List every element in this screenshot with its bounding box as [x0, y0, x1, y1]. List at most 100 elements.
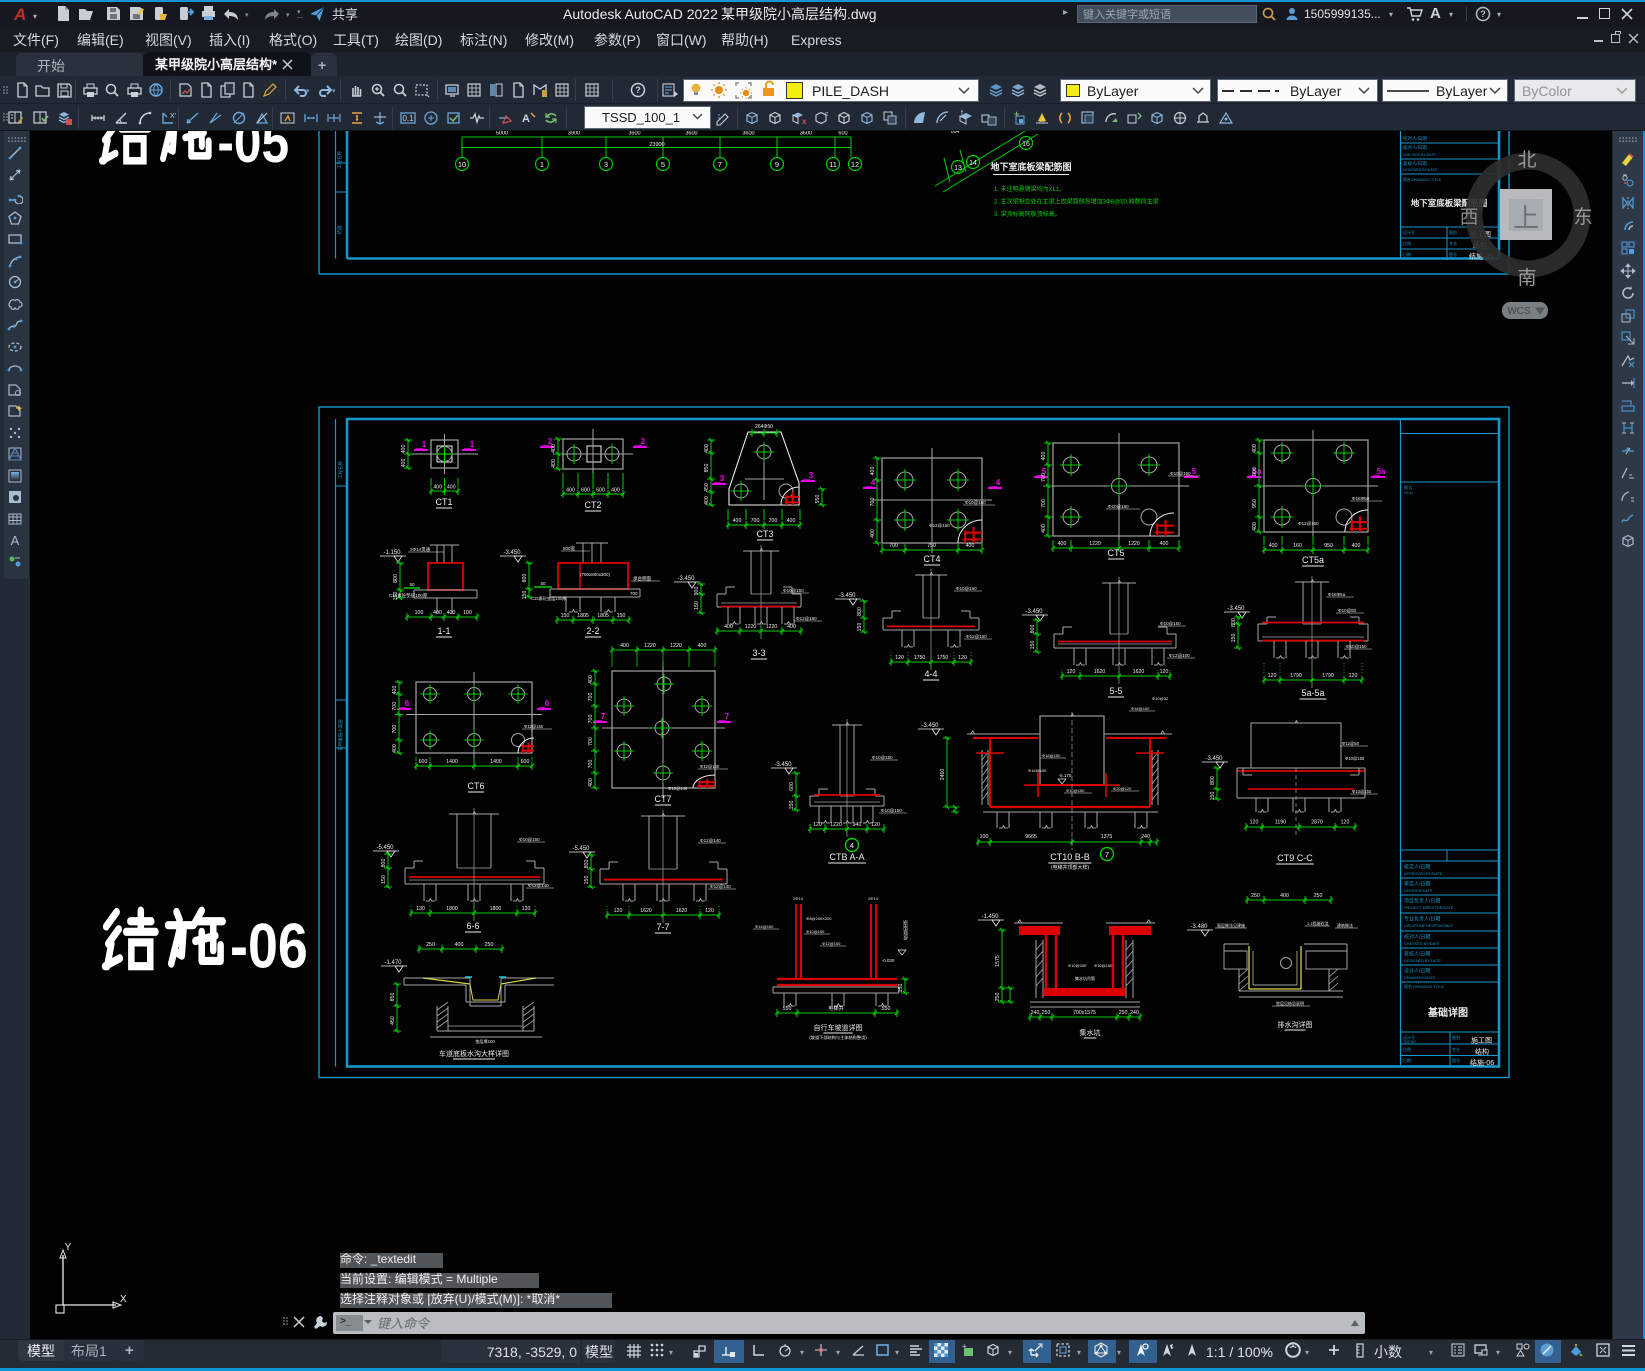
svg-text:1620: 1620	[676, 908, 688, 914]
svg-text:2Φ14: 2Φ14	[793, 896, 804, 901]
svg-text:图名 DRAWING TITLE: 图名 DRAWING TITLE	[1404, 983, 1445, 989]
svg-text:某甲级院小高层: 某甲级院小高层	[337, 719, 344, 751]
svg-text:400: 400	[1280, 893, 1289, 899]
svg-text:东: 东	[1573, 206, 1592, 228]
svg-text:7: 7	[725, 712, 730, 721]
svg-text:Φ10@50: Φ10@50	[1338, 608, 1357, 613]
svg-text:2-2: 2-2	[586, 626, 599, 636]
svg-text:150: 150	[584, 876, 590, 885]
svg-text:7: 7	[1105, 850, 1109, 859]
svg-text:400: 400	[733, 518, 742, 524]
svg-text:700: 700	[889, 543, 898, 549]
svg-text:北: 北	[1517, 149, 1536, 171]
svg-text:400: 400	[698, 643, 707, 649]
svg-text:Φ12@140: Φ12@140	[700, 838, 721, 843]
svg-text:400: 400	[1160, 541, 1169, 547]
svg-text:-05: -05	[217, 131, 289, 175]
svg-text:800: 800	[393, 574, 399, 583]
svg-text:-0.030: -0.030	[882, 958, 895, 963]
svg-text:复核人/日期: 复核人/日期	[1404, 951, 1430, 958]
svg-text:12: 12	[851, 160, 859, 169]
svg-text:图别: 图别	[1452, 1034, 1460, 1040]
svg-text:150: 150	[789, 801, 795, 810]
svg-text:1: 1	[470, 440, 475, 449]
svg-text:250: 250	[1042, 1010, 1051, 1016]
svg-text:Φ12@150: Φ12@150	[700, 764, 720, 769]
svg-text:集水坑: 集水坑	[1080, 1028, 1101, 1037]
svg-text:400: 400	[566, 488, 575, 494]
svg-text:(电梯井顶部大样): (电梯井顶部大样)	[1051, 864, 1090, 871]
svg-text:集水坑吊筋: 集水坑吊筋	[1075, 975, 1095, 981]
svg-text:250: 250	[1251, 893, 1260, 899]
svg-text:240: 240	[1130, 1010, 1139, 1016]
svg-text:400: 400	[433, 485, 442, 491]
svg-text:550: 550	[882, 1006, 891, 1012]
svg-text:250: 250	[485, 942, 494, 948]
svg-text:23900: 23900	[649, 142, 664, 148]
svg-text:120: 120	[1160, 669, 1169, 675]
svg-text:3. 梁顶标高同板顶标高。: 3. 梁顶标高同板顶标高。	[994, 210, 1061, 218]
svg-text:6: 6	[545, 699, 550, 708]
svg-text:400: 400	[455, 942, 464, 948]
svg-text:自行车坡道详图: 自行车坡道详图	[814, 1023, 863, 1032]
svg-text:1220: 1220	[1089, 541, 1101, 547]
svg-text:130: 130	[522, 906, 531, 912]
svg-text:Φ10@150: Φ10@150	[1094, 963, 1113, 968]
svg-text:600: 600	[521, 759, 530, 765]
svg-text:1375: 1375	[1101, 834, 1113, 840]
svg-text:CT4: CT4	[923, 554, 940, 564]
svg-text:DESIGNED BY/DATE: DESIGNED BY/DATE	[1404, 959, 1441, 963]
svg-text:1220: 1220	[644, 643, 656, 649]
svg-text:400: 400	[1041, 452, 1047, 461]
svg-text:-3.450: -3.450	[838, 593, 856, 599]
svg-text:1-1: 1-1	[437, 626, 450, 636]
svg-text:0.1: 0.1	[402, 114, 414, 123]
svg-text:DESIGNED BY/DATE: DESIGNED BY/DATE	[1403, 168, 1438, 172]
svg-text:Φ12@140: Φ12@140	[710, 884, 731, 889]
svg-text:地下室底板梁配筋图: 地下室底板梁配筋图	[990, 161, 1071, 172]
svg-text:130: 130	[416, 906, 425, 912]
svg-text:120: 120	[895, 655, 904, 661]
svg-text:图号: 图号	[1452, 1057, 1460, 1063]
svg-text:设计号: 设计号	[1403, 229, 1415, 235]
svg-text:400: 400	[1041, 524, 1047, 533]
svg-text:Φ10@150: Φ10@150	[965, 500, 986, 505]
svg-text:Φ12@150: Φ12@150	[1298, 521, 1319, 526]
svg-text:1:1找坡砼浇: 1:1找坡砼浇	[1307, 920, 1329, 926]
svg-text:160: 160	[1293, 543, 1302, 549]
svg-text:700: 700	[1041, 499, 1047, 508]
svg-text:施工图: 施工图	[1471, 1036, 1492, 1045]
svg-text:1800: 1800	[446, 906, 458, 912]
svg-text:CHECKED BY/DATE: CHECKED BY/DATE	[1404, 942, 1440, 946]
svg-text:Φ8@200X200: Φ8@200X200	[806, 916, 832, 921]
svg-text:-1.450: -1.450	[981, 914, 999, 920]
svg-text:1220: 1220	[830, 822, 842, 828]
svg-text:150: 150	[617, 613, 626, 619]
svg-text:结施: 结施	[336, 225, 343, 234]
svg-text:400: 400	[704, 444, 710, 453]
svg-text:250: 250	[1119, 1010, 1128, 1016]
svg-text:250: 250	[1314, 893, 1323, 899]
svg-text:120: 120	[1067, 669, 1076, 675]
svg-text:700: 700	[751, 518, 760, 524]
svg-text:1575: 1575	[995, 955, 1001, 967]
svg-text:核对人/日期: 核对人/日期	[1403, 144, 1427, 151]
svg-text:-1.470: -1.470	[384, 960, 402, 966]
svg-text:800: 800	[584, 860, 590, 869]
svg-text:150: 150	[1231, 634, 1237, 643]
svg-text:设计人/日期: 设计人/日期	[1404, 968, 1430, 975]
svg-text:?: ?	[635, 85, 641, 95]
svg-text:+: +	[1014, 110, 1019, 119]
svg-text:审定人/日期: 审定人/日期	[1404, 881, 1430, 888]
svg-text:400: 400	[1252, 444, 1258, 453]
svg-text:DISCIPLINE RESPONSIBLE: DISCIPLINE RESPONSIBLE	[1404, 924, 1453, 928]
svg-text:4: 4	[996, 478, 1001, 487]
svg-text:C15素砼垫层100厚: C15素砼垫层100厚	[389, 592, 428, 599]
svg-text:CT5a: CT5a	[1302, 555, 1324, 565]
svg-text:垫层见结总说明: 垫层见结总说明	[1276, 1000, 1304, 1006]
svg-text:CT10 B-B: CT10 B-B	[1050, 852, 1090, 862]
svg-text:1190: 1190	[1275, 820, 1286, 826]
svg-text:950: 950	[1252, 499, 1258, 508]
svg-text:Φ10@150: Φ10@150	[1346, 644, 1367, 649]
svg-text:Φ16@150: Φ16@150	[1028, 768, 1047, 773]
